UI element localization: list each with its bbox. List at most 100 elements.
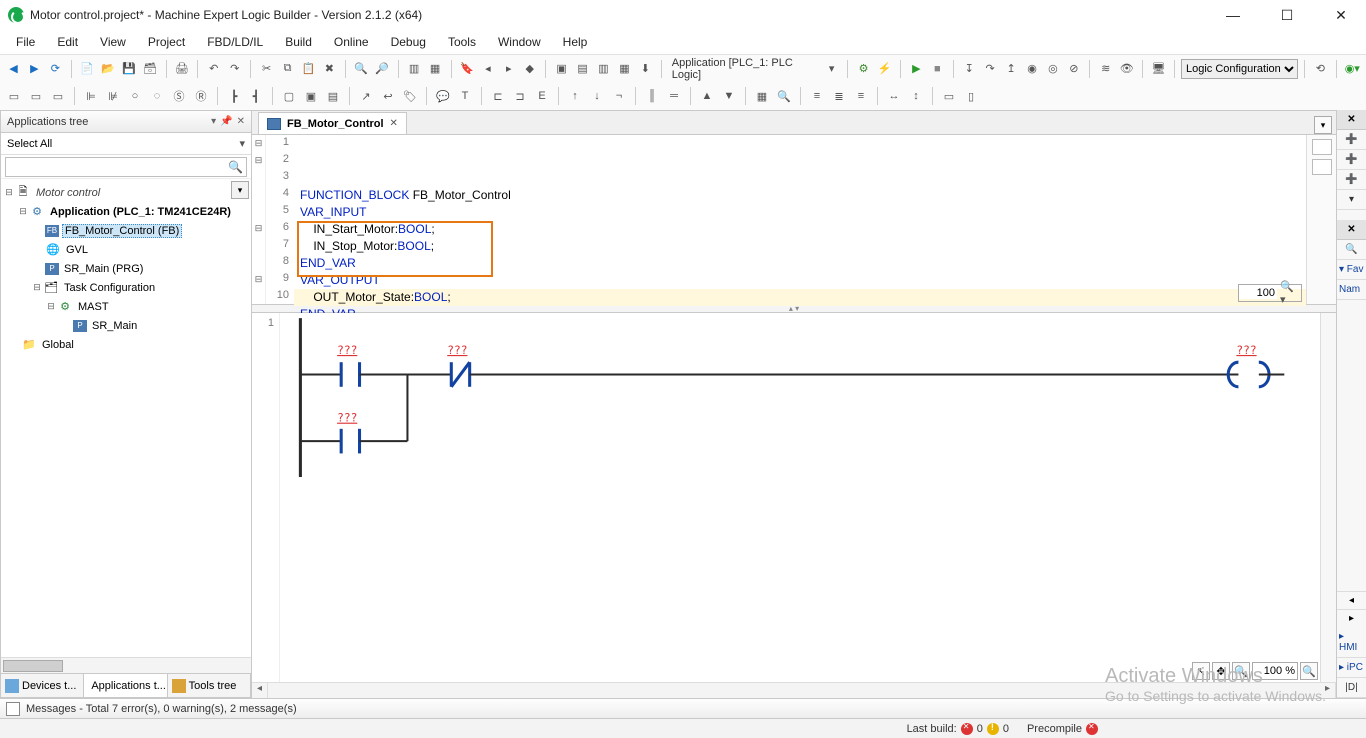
ld-group-icon[interactable]: ▭ [939,86,959,106]
bookmark-clear-icon[interactable]: ◆ [520,59,539,79]
ld-align-center-icon[interactable]: ≣ [829,86,849,106]
right-dock-tab[interactable]: |D| [1337,678,1366,698]
declaration-zoom-input[interactable] [1239,287,1277,299]
tree-search-input[interactable] [5,157,247,177]
ld-func-icon[interactable]: ▤ [323,86,343,106]
maximize-button[interactable]: ☐ [1270,7,1304,24]
ld-box-icon[interactable]: ▢ [279,86,299,106]
ld-comment-icon[interactable]: 💬 [433,86,453,106]
menu-tools[interactable]: Tools [438,32,486,52]
bp-clear-icon[interactable]: ⊘ [1064,59,1083,79]
ld-align-right-icon[interactable]: ≡ [851,86,871,106]
ld-label-icon[interactable]: 🏷 [400,86,420,106]
ld-en-icon[interactable]: E [532,86,552,106]
zoom-dropdown-icon[interactable]: 🔍▾ [1277,280,1301,306]
ld-contact-icon[interactable]: ⊫ [81,86,101,106]
declaration-zoom[interactable]: 🔍▾ [1238,284,1302,302]
menu-project[interactable]: Project [138,32,195,52]
bp-toggle-icon[interactable]: ◎ [1043,59,1062,79]
menu-file[interactable]: File [6,32,45,52]
ld-fb-icon[interactable]: ▣ [301,86,321,106]
login-icon[interactable]: ⚙ [854,59,873,79]
ld-view-icon[interactable]: ▦ [752,86,772,106]
ld-coil-set-icon[interactable]: Ⓢ [169,86,189,106]
right-hmi-label[interactable]: ▸ HMI [1337,627,1366,658]
tab-tools[interactable]: Tools tree [168,674,251,697]
editor-tab-fb-motor-control[interactable]: FB_Motor_Control ✕ [258,112,407,134]
select-all-dropdown[interactable]: Select All [1,133,251,155]
menu-help[interactable]: Help [553,32,598,52]
compile-icon[interactable]: ▦ [615,59,634,79]
download-icon[interactable]: ⬇ [636,59,655,79]
step-over-icon[interactable]: ↷ [981,59,1000,79]
findnext-icon[interactable]: 🔎 [373,59,392,79]
pane-menu-icon[interactable]: ▾ [211,116,216,127]
right-ipc-label[interactable]: ▸ iPC [1337,658,1366,678]
ld-coil-icon[interactable]: ○ [125,86,145,106]
trace-icon[interactable]: ≋ [1096,59,1115,79]
tree-mast-srmain[interactable]: SR_Main [90,320,139,332]
cursor-tool-icon[interactable]: ↖ [1192,662,1210,680]
close-button[interactable]: ✕ [1324,7,1358,24]
code-text[interactable]: FUNCTION_BLOCK FB_Motor_ControlVAR_INPUT… [294,135,1306,304]
rebuild-icon[interactable]: ▤ [573,59,592,79]
saveall-icon[interactable]: 🗃 [141,59,160,79]
redo-icon[interactable]: ↷ [225,59,244,79]
right-favorites-label[interactable]: ▾ Fav [1337,260,1366,280]
library-icon[interactable]: ▥ [405,59,424,79]
right-add-1-icon[interactable]: ➕ [1337,130,1366,150]
ld-branch-close-icon[interactable]: ┫ [246,86,266,106]
right-nav-next-icon[interactable]: ▸ [1337,609,1366,627]
ld-parallel-icon[interactable]: ║ [642,86,662,106]
nav-back-icon[interactable]: ◀ [4,59,23,79]
messages-bar[interactable]: Messages - Total 7 error(s), 0 warning(s… [0,698,1366,718]
logout-icon[interactable]: ⚡ [875,59,894,79]
ld-dist-h-icon[interactable]: ↔ [884,86,904,106]
ld-falling-icon[interactable]: ↓ [587,86,607,106]
pane-pin-icon[interactable]: 📌 [220,116,232,127]
tab-applications[interactable]: Applications t... [84,674,167,697]
right-add-2-icon[interactable]: ➕ [1337,150,1366,170]
ld-dist-v-icon[interactable]: ↕ [906,86,926,106]
tab-devices[interactable]: Devices t... [1,674,84,697]
delete-icon[interactable]: ✖ [320,59,339,79]
tree-options-dropdown[interactable]: ▾ [231,181,249,199]
applications-tree[interactable]: ▾ ⊟🗎Motor control ⊟⚙Application (PLC_1: … [1,179,251,657]
right-close-icon[interactable]: ✕ [1337,110,1366,130]
view-textual-icon[interactable] [1312,139,1332,155]
device-icon[interactable]: 🖥 [1149,59,1168,79]
watch-icon[interactable]: 👁 [1117,59,1136,79]
nav-history-icon[interactable]: ⟳ [46,59,65,79]
ld-align-left-icon[interactable]: ≡ [807,86,827,106]
find-icon[interactable]: 🔍 [352,59,371,79]
menu-window[interactable]: Window [488,32,551,52]
save-icon[interactable]: 💾 [120,59,139,79]
catalog-icon[interactable]: ▦ [426,59,445,79]
ld-negate-icon[interactable]: ¬ [609,86,629,106]
ld-title-icon[interactable]: T [455,86,475,106]
ld-contact-neg-icon[interactable]: ⊯ [103,86,123,106]
tree-mast[interactable]: MAST [76,301,111,313]
ld-return-icon[interactable]: ↩ [378,86,398,106]
ladder-canvas[interactable]: ??? ??? ??? [280,313,1320,682]
refresh-icon[interactable]: ⟲ [1311,59,1330,79]
ld-series-icon[interactable]: ═ [664,86,684,106]
breakpoint-icon[interactable]: ◉ [1023,59,1042,79]
menu-edit[interactable]: Edit [47,32,88,52]
undo-icon[interactable]: ↶ [204,59,223,79]
new-icon[interactable]: 📄 [78,59,97,79]
fold-column[interactable]: ⊟⊟ ⊟⊟ [252,135,266,304]
zoom-tool-icon[interactable]: 🔍 [1232,662,1250,680]
pane-close-icon[interactable]: ✕ [237,116,245,127]
editor-tab-close-icon[interactable]: ✕ [390,118,398,129]
ld-output-icon[interactable]: ⊐ [510,86,530,106]
tree-application[interactable]: Application (PLC_1: TM241CE24R) [48,206,233,218]
ladder-vscrollbar[interactable] [1320,313,1336,682]
app-context-dropdown-icon[interactable]: ▾ [822,59,841,79]
ld-input-icon[interactable]: ⊏ [488,86,508,106]
step-out-icon[interactable]: ↥ [1002,59,1021,79]
minimize-button[interactable]: — [1216,7,1250,24]
bookmark-next-icon[interactable]: ▸ [499,59,518,79]
view-tabular-icon[interactable] [1312,159,1332,175]
ld-jump-icon[interactable]: ↗ [356,86,376,106]
